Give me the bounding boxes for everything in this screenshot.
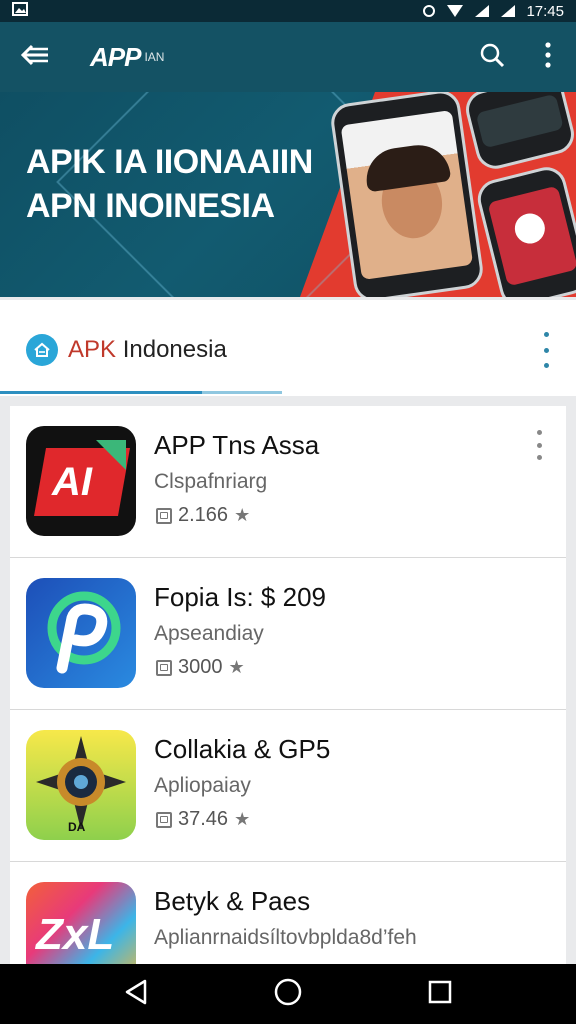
hair-illustration [362,141,452,193]
app-icon-ai: AI [26,426,136,536]
more-vert-icon [545,41,551,73]
banner-title-line1: APIK IA IIONAAIIN [26,143,313,181]
list-item[interactable]: ZxL Betyk & Paes Aplianrnaidsíltovbplda8… [10,862,566,966]
wifi-icon [446,4,464,18]
clock-time: 17:45 [526,2,564,20]
list-item[interactable]: AI APP Tns Assa Clspafnriarg 2.166 ★ [10,406,566,558]
app-icon-zxl: ZxL [26,882,136,966]
app-name: Fopia Is: $ 209 [154,582,326,612]
more-dot [543,363,549,368]
app-name: Collakia & GP5 [154,734,331,764]
app-rating-value: 2.166 [178,504,229,526]
section-header: APK Indonesia [0,300,576,396]
phone-screen-face [340,109,474,281]
app-subtitle: Apliopaiay [154,774,251,797]
signal-icon [474,4,490,18]
star-icon: ★ [234,505,251,525]
section-title: APK Indonesia [68,336,227,364]
overflow-menu-button[interactable] [520,22,576,92]
star-icon: ★ [234,809,251,829]
phone-illustration [328,92,486,297]
circle-home-icon [273,977,303,1012]
app-list: AI APP Tns Assa Clspafnriarg 2.166 ★ Fop… [10,406,566,966]
battery-icon [500,4,516,18]
app-subtitle: Clspafnriarg [154,470,268,493]
section-title-rest: Indonesia [116,336,227,363]
app-meta: 37.46 ★ [156,808,250,831]
app-icon-p [26,578,136,688]
more-dot [536,442,542,448]
search-icon [479,42,505,73]
arrow-back-icon [20,43,50,72]
size-icon [156,659,172,676]
banner-title: APIK IA IIONAAIIN APN INOINESIA [26,140,313,228]
app-name: Betyk & Paes [154,886,311,916]
icon-text: ZxL [36,910,115,959]
app-subtitle: Apseandiay [154,622,264,645]
sync-icon [422,4,436,18]
phone-app-icon [511,210,549,247]
app-meta: 3000 ★ [156,656,245,679]
promo-banner[interactable]: APIK IA IIONAAIIN APN INOINESIA [0,92,576,297]
image-notification-icon [12,2,28,20]
section-home-icon [26,334,58,366]
back-button[interactable] [0,22,70,92]
navigation-bar [0,964,576,1024]
nav-home-button[interactable] [258,964,318,1024]
app-rating-value: 3000 [178,656,223,678]
icon-text: AI [52,460,92,504]
more-dot [543,347,549,353]
more-dot [536,455,542,460]
app-logo-subtitle: IAN [144,50,165,64]
app-icon-compass: DA [26,730,136,840]
phone-screen-red [487,185,576,287]
size-icon [156,507,172,524]
icon-text: DA [68,820,86,834]
app-meta: 2.166 ★ [156,504,250,527]
tab-indicator [0,391,202,394]
phone-screen-dark [475,93,564,149]
tab-indicator-track [202,391,282,394]
section-title-brand: APK [68,336,117,363]
app-bar: APP IAN [0,22,576,92]
app-subtitle: Aplianrnaidsíltovbplda8d’feh [154,926,417,949]
nav-back-button[interactable] [106,964,166,1024]
more-dot [536,430,542,435]
size-icon [156,811,172,828]
status-bar: 17:45 [0,0,576,22]
star-icon: ★ [228,657,245,677]
app-name: APP Tns Assa [154,430,320,460]
triangle-back-icon [123,978,149,1011]
item-more-button[interactable] [534,430,544,460]
section-more-button[interactable] [540,332,552,368]
app-logo: APP [90,41,141,72]
app-rating-value: 37.46 [178,808,229,830]
square-recents-icon [427,979,453,1010]
banner-title-line2: APN INOINESIA [26,187,275,225]
list-item[interactable]: Fopia Is: $ 209 Apseandiay 3000 ★ [10,558,566,710]
list-item[interactable]: DA Collakia & GP5 Apliopaiay 37.46 ★ [10,710,566,862]
search-button[interactable] [464,22,520,92]
more-dot [543,332,549,337]
nav-recents-button[interactable] [410,964,470,1024]
